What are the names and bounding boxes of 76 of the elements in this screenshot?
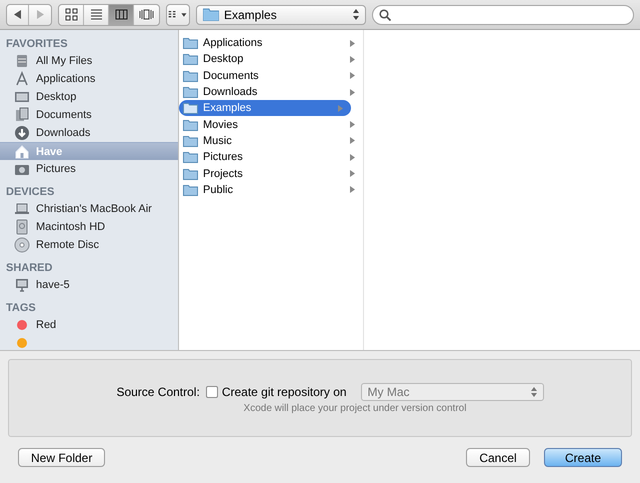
column-view-button[interactable] <box>109 4 134 24</box>
documents-icon <box>14 107 30 123</box>
sidebar-item[interactable]: Downloads <box>0 124 178 142</box>
folder-row[interactable]: Documents <box>179 68 363 84</box>
sidebar-item[interactable]: Christian's MacBook Air <box>0 200 178 218</box>
disclosure-arrow-icon <box>350 72 355 80</box>
dialog-button[interactable]: Cancel <box>466 448 530 467</box>
git-checkbox[interactable] <box>206 386 218 398</box>
house-icon <box>14 144 30 160</box>
folder-icon <box>183 118 198 131</box>
disclosure-arrow-icon <box>350 137 355 144</box>
folder-icon <box>183 70 198 82</box>
folder-row[interactable]: Downloads <box>179 84 363 100</box>
sidebar-section-title: TAGS <box>5 301 37 316</box>
disclosure-arrow-icon <box>338 104 343 112</box>
folder-row[interactable]: Applications <box>179 35 363 52</box>
sidebar-item[interactable]: Macintosh HD <box>0 218 178 236</box>
file-cabinet-icon <box>14 53 30 69</box>
disclosure-arrow-icon <box>350 40 355 47</box>
folder-icon <box>183 102 198 114</box>
folder-icon <box>183 184 198 196</box>
disclosure-arrow-icon <box>350 186 355 194</box>
folder-icon <box>183 37 198 50</box>
list-icon <box>88 7 104 22</box>
sidebar-item[interactable]: Red <box>0 316 178 334</box>
cover-flow-icon <box>139 7 154 22</box>
folder-row[interactable]: Desktop <box>179 51 363 68</box>
up-down-arrows-icon <box>353 9 359 20</box>
hard-drive-icon <box>14 219 30 235</box>
sidebar-item[interactable]: Desktop <box>0 88 178 106</box>
folder-icon <box>183 151 198 164</box>
arrange-menu-icon <box>167 10 189 20</box>
disclosure-arrow-icon <box>350 88 355 96</box>
letter-a-icon <box>14 71 30 87</box>
disclosure-arrow-icon <box>350 154 355 161</box>
search-icon <box>379 8 391 20</box>
folder-row[interactable]: Pictures <box>179 149 363 166</box>
hint-text: Xcode will place your project under version control <box>244 402 466 414</box>
sidebar-item[interactable]: Documents <box>0 106 178 124</box>
dialog-button[interactable]: New Folder <box>18 448 106 467</box>
folder-row[interactable]: Projects <box>179 165 363 182</box>
folder-row[interactable]: Music <box>179 132 363 150</box>
folder-row[interactable]: Examples <box>179 100 351 116</box>
folder-row[interactable]: Movies <box>179 116 363 133</box>
sidebar-section-title: FAVORITES <box>5 37 69 52</box>
sidebar-item[interactable]: Remote Disc <box>0 236 178 254</box>
sidebar-section-title: SHARED <box>5 261 54 276</box>
source-control-label: Source Control: <box>116 384 200 398</box>
disc-icon <box>14 237 30 253</box>
up-down-arrows-icon <box>530 386 537 396</box>
location-popup[interactable]: My Mac <box>360 382 544 400</box>
forward-arrow-icon <box>36 10 44 19</box>
grid-icon <box>64 7 78 22</box>
default-button[interactable]: Create <box>544 448 622 467</box>
sidebar-item[interactable]: Pictures <box>0 160 178 178</box>
download-icon <box>14 125 30 141</box>
checkbox-label: Create git repository on <box>222 384 347 398</box>
monitor-icon <box>14 277 30 293</box>
path-popup[interactable]: Examples <box>196 4 366 24</box>
folder-icon <box>203 8 219 21</box>
folder-icon <box>183 134 198 147</box>
back-arrow-icon <box>14 10 22 19</box>
laptop-icon <box>14 201 30 217</box>
columns-icon <box>114 7 128 22</box>
folder-row[interactable]: Public <box>179 182 363 198</box>
disclosure-arrow-icon <box>350 121 355 128</box>
folder-icon <box>183 53 198 66</box>
sidebar-section-title: DEVICES <box>5 185 56 200</box>
sidebar-item[interactable]: All My Files <box>0 52 178 70</box>
search-field[interactable] <box>372 4 634 24</box>
disclosure-arrow-icon <box>350 56 355 63</box>
disclosure-arrow-icon <box>350 170 355 178</box>
folder-icon <box>183 168 198 180</box>
sidebar-item[interactable]: have-5 <box>0 276 178 294</box>
sidebar-item[interactable]: Applications <box>0 70 178 88</box>
screen-icon <box>14 89 30 105</box>
